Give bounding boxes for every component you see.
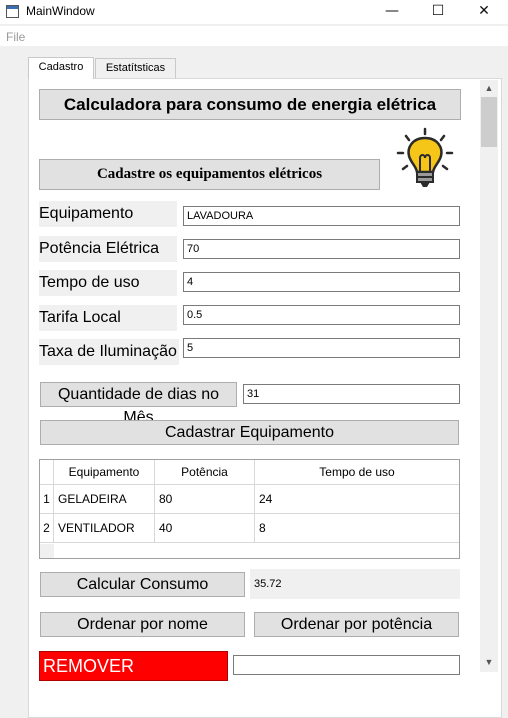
input-taxa-iluminacao[interactable]: 5	[183, 338, 460, 358]
scroll-thumb[interactable]	[481, 97, 497, 147]
maximize-icon[interactable]: ☐	[416, 0, 460, 22]
label-taxa-iluminacao: Taxa de Iluminação	[39, 339, 179, 365]
tab-estatisticas[interactable]: Estatítsticas	[95, 58, 176, 79]
remover-input[interactable]	[233, 655, 460, 675]
col-header-tempo-uso[interactable]: Tempo de uso	[255, 460, 459, 485]
remover-aparelho-button[interactable]: REMOVER APARELHO	[39, 651, 228, 704]
input-tempo-uso[interactable]: 4	[183, 272, 460, 292]
row-header[interactable]: 2	[40, 514, 54, 543]
table-cell[interactable]: GELADEIRA	[54, 485, 155, 514]
table-cell[interactable]: 24	[255, 485, 459, 514]
row-header[interactable]: 1	[40, 485, 54, 514]
ordenar-nome-button[interactable]: Ordenar por nome	[40, 612, 245, 637]
label-potencia: Potência Elétrica	[39, 236, 177, 262]
col-header-equipamento[interactable]: Equipamento	[54, 460, 155, 485]
cadastrar-button[interactable]: Cadastrar Equipamento	[40, 420, 459, 445]
table-cell[interactable]: VENTILADOR	[54, 514, 155, 543]
calcular-consumo-button[interactable]: Calcular Consumo	[40, 572, 245, 597]
consumo-result: 35.72	[250, 569, 460, 599]
input-tarifa-local[interactable]: 0.5	[183, 305, 460, 325]
ordenar-potencia-button[interactable]: Ordenar por potência	[254, 612, 459, 637]
scroll-down-icon[interactable]: ▼	[480, 654, 498, 670]
minimize-icon[interactable]: —	[370, 0, 414, 22]
label-equipamento: Equipamento	[39, 201, 177, 227]
input-equipamento[interactable]: LAVADOURA	[183, 206, 460, 226]
calculator-title: Calculadora para consumo de energia elét…	[39, 89, 461, 120]
table-cell[interactable]: 8	[255, 514, 459, 543]
lightbulb-icon	[396, 127, 454, 187]
label-tarifa-local: Tarifa Local	[39, 305, 177, 331]
section-title: Cadastre os equipamentos elétricos	[39, 159, 380, 190]
table-row-header-filler	[40, 544, 54, 558]
input-potencia[interactable]: 70	[183, 239, 460, 259]
close-icon[interactable]: ✕	[462, 0, 506, 22]
vertical-scrollbar[interactable]	[480, 80, 498, 672]
menu-file[interactable]: File	[6, 30, 25, 44]
scroll-up-icon[interactable]: ▲	[480, 80, 498, 96]
col-header-potencia[interactable]: Potência	[155, 460, 255, 485]
dias-button[interactable]: Quantidade de dias no Mês	[40, 382, 237, 426]
dias-input[interactable]: 31	[243, 384, 460, 404]
window-title: MainWindow	[26, 4, 95, 18]
table-cell[interactable]: 40	[155, 514, 255, 543]
table-corner	[40, 460, 54, 485]
label-tempo-uso: Tempo de uso	[39, 270, 177, 296]
tab-cadastro[interactable]: Cadastro	[28, 57, 94, 79]
app-window-icon	[6, 5, 19, 18]
table-cell[interactable]: 80	[155, 485, 255, 514]
menu-bar	[0, 26, 508, 46]
